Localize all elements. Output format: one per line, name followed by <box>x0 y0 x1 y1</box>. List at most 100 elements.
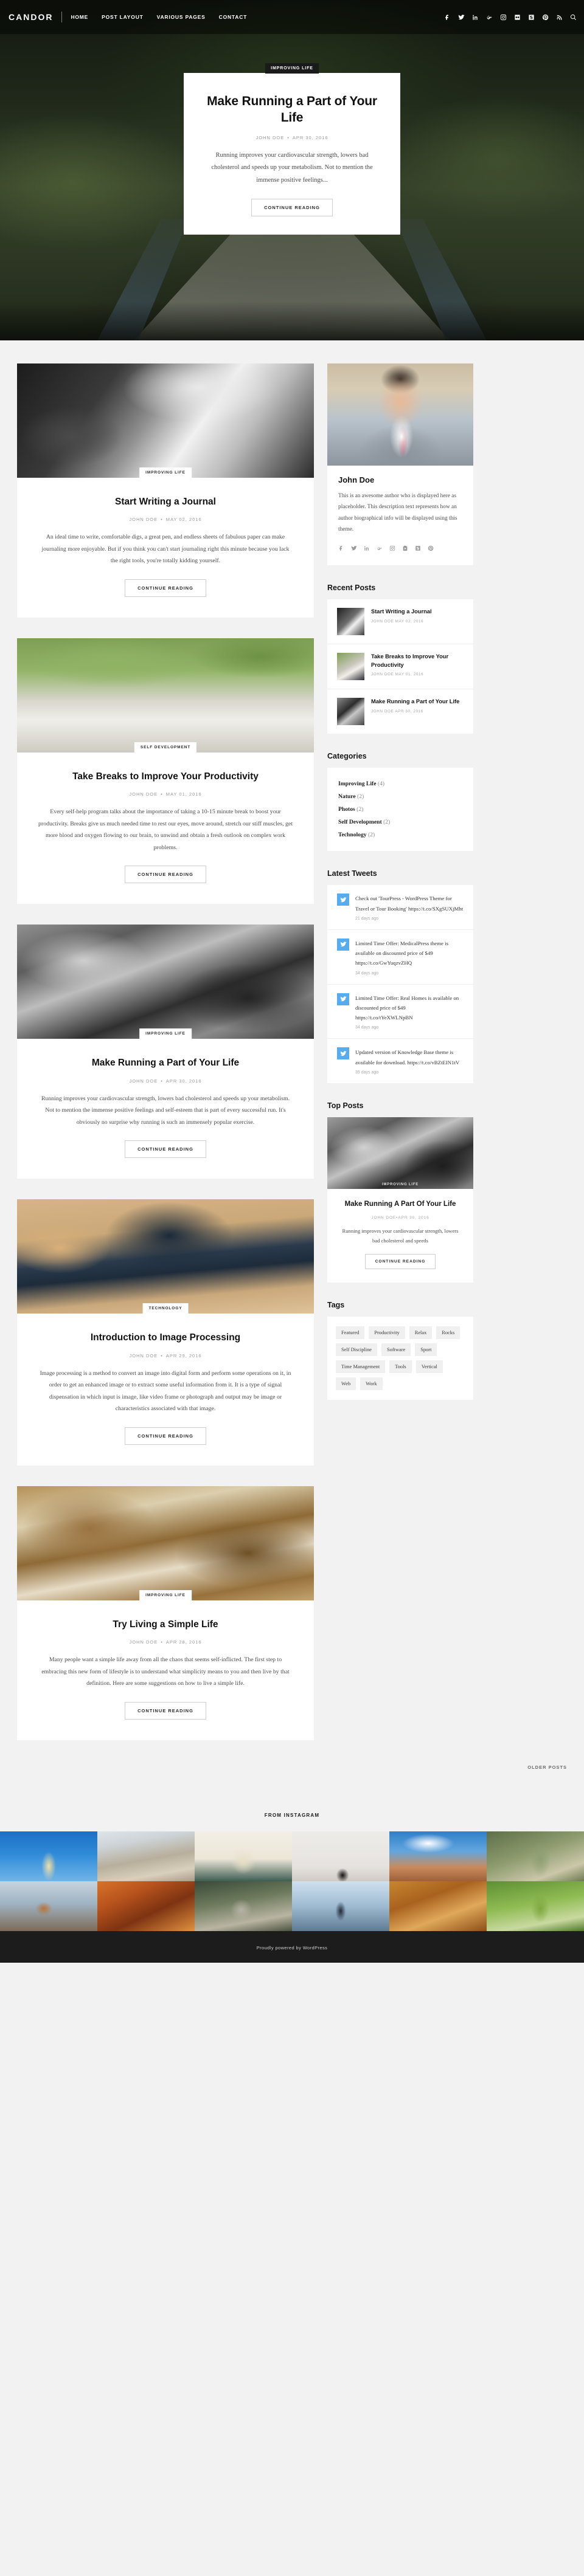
facebook-icon[interactable] <box>443 13 451 21</box>
recent-post-title[interactable]: Make Running a Part of Your Life <box>371 698 464 706</box>
post-thumbnail[interactable]: IMPROVING LIFE <box>17 1486 314 1600</box>
twitter-icon[interactable] <box>351 543 357 554</box>
post-title[interactable]: Take Breaks to Improve Your Productivity <box>38 771 293 783</box>
tag-item[interactable]: Productivity <box>369 1326 405 1340</box>
tag-item[interactable]: Work <box>360 1377 383 1391</box>
instagram-tile[interactable] <box>389 1881 487 1931</box>
category-label[interactable]: Nature <box>338 793 356 800</box>
instagram-tile[interactable] <box>487 1881 584 1931</box>
search-icon[interactable] <box>569 13 577 21</box>
footer-credit[interactable]: Proudly powered by WordPress <box>257 1945 328 1951</box>
instagram-tile[interactable] <box>0 1831 97 1881</box>
tag-item[interactable]: Software <box>381 1343 411 1357</box>
tag-item[interactable]: Vertical <box>415 1360 443 1374</box>
post-thumbnail[interactable]: IMPROVING LIFE <box>17 363 314 478</box>
tag-item[interactable]: Web <box>336 1377 356 1391</box>
category-item[interactable]: Nature (2) <box>338 790 462 803</box>
post-thumbnail[interactable]: IMPROVING LIFE <box>17 925 314 1039</box>
category-label[interactable]: Technology <box>338 832 367 838</box>
instagram-icon[interactable] <box>389 543 395 554</box>
list-item[interactable]: Start Writing a Journal JOHN DOE MAY 02,… <box>327 599 473 645</box>
post-author[interactable]: JOHN DOE <box>129 1353 158 1359</box>
tag-item[interactable]: Rocks <box>436 1326 461 1340</box>
continue-reading-button[interactable]: CONTINUE READING <box>125 579 206 597</box>
top-post-title[interactable]: Make Running A Part Of Your Life <box>338 1200 462 1210</box>
instagram-tile[interactable] <box>292 1831 389 1881</box>
post-author[interactable]: JOHN DOE <box>129 1078 158 1084</box>
post-title[interactable]: Start Writing a Journal <box>38 496 293 508</box>
category-label[interactable]: Improving Life <box>338 780 376 787</box>
instagram-tile[interactable] <box>195 1881 292 1931</box>
recent-post-title[interactable]: Start Writing a Journal <box>371 608 464 616</box>
category-item[interactable]: Photos (2) <box>338 803 462 816</box>
post-author[interactable]: JOHN DOE <box>129 1639 158 1645</box>
top-post-author[interactable]: JOHN DOE <box>371 1216 396 1220</box>
tag-item[interactable]: Tools <box>389 1360 412 1374</box>
youtube-icon[interactable] <box>402 543 408 554</box>
skype-icon[interactable] <box>527 13 535 21</box>
post-title[interactable]: Make Running a Part of Your Life <box>38 1057 293 1069</box>
post-thumbnail[interactable]: TECHNOLOGY <box>17 1199 314 1314</box>
older-posts-link[interactable]: OLDER POSTS <box>527 1765 567 1770</box>
hero-continue-reading-button[interactable]: CONTINUE READING <box>251 199 333 217</box>
pinterest-icon[interactable] <box>428 543 434 554</box>
nav-item-various-pages[interactable]: VARIOUS PAGES <box>157 14 206 20</box>
recent-post-title[interactable]: Take Breaks to Improve Your Productivity <box>371 653 464 669</box>
instagram-icon[interactable] <box>499 13 507 21</box>
category-item[interactable]: Improving Life (4) <box>338 777 462 790</box>
instagram-tile[interactable] <box>97 1831 195 1881</box>
post-category-badge[interactable]: IMPROVING LIFE <box>139 1028 192 1039</box>
pinterest-icon[interactable] <box>541 13 549 21</box>
post-title[interactable]: Try Living a Simple Life <box>38 1619 293 1631</box>
instagram-tile[interactable] <box>487 1831 584 1881</box>
top-post-thumbnail[interactable]: IMPROVING LIFE <box>327 1117 473 1189</box>
continue-reading-button[interactable]: CONTINUE READING <box>125 1701 206 1720</box>
skype-icon[interactable] <box>415 543 421 554</box>
tag-item[interactable]: Self Discipline <box>336 1343 378 1357</box>
category-label[interactable]: Photos <box>338 806 355 813</box>
hero-author[interactable]: JOHN DOE <box>255 135 284 140</box>
post-category-badge[interactable]: IMPROVING LIFE <box>139 1589 192 1600</box>
post-author[interactable]: JOHN DOE <box>129 517 158 522</box>
tag-item[interactable]: Relax <box>409 1326 433 1340</box>
tweet-text[interactable]: Limited Time Offer: Real Homes is availa… <box>355 993 464 1023</box>
instagram-tile[interactable] <box>389 1831 487 1881</box>
nav-item-home[interactable]: HOME <box>71 14 88 20</box>
nav-item-contact[interactable]: CONTACT <box>219 14 248 20</box>
post-category-badge[interactable]: IMPROVING LIFE <box>139 467 192 478</box>
google-plus-icon[interactable] <box>485 13 493 21</box>
site-logo[interactable]: CANDOR <box>9 12 53 22</box>
top-post-continue-reading-button[interactable]: CONTINUE READING <box>364 1254 436 1270</box>
category-label[interactable]: Self Development <box>338 819 382 825</box>
google-plus-icon[interactable] <box>377 543 383 554</box>
category-item[interactable]: Self Development (2) <box>338 816 462 828</box>
instagram-tile[interactable] <box>195 1831 292 1881</box>
hero-post-title[interactable]: Make Running a Part of Your Life <box>202 94 382 126</box>
top-post-category-badge[interactable]: IMPROVING LIFE <box>382 1183 419 1186</box>
post-category-badge[interactable]: SELF DEVELOPMENT <box>134 742 197 752</box>
tweet-text[interactable]: Updated version of Knowledge Base theme … <box>355 1047 464 1067</box>
list-item[interactable]: Make Running a Part of Your Life JOHN DO… <box>327 689 473 734</box>
list-item[interactable]: Take Breaks to Improve Your Productivity… <box>327 644 473 690</box>
post-category-badge[interactable]: TECHNOLOGY <box>142 1303 189 1314</box>
tweet-text[interactable]: Limited Time Offer: MedicalPress theme i… <box>355 938 464 968</box>
linkedin-icon[interactable] <box>471 13 479 21</box>
category-item[interactable]: Technology (2) <box>338 828 462 841</box>
post-author[interactable]: JOHN DOE <box>129 791 158 797</box>
tag-item[interactable]: Featured <box>336 1326 365 1340</box>
continue-reading-button[interactable]: CONTINUE READING <box>125 1140 206 1159</box>
tag-item[interactable]: Sport <box>415 1343 437 1357</box>
continue-reading-button[interactable]: CONTINUE READING <box>125 866 206 884</box>
rss-icon[interactable] <box>555 13 563 21</box>
twitter-icon[interactable] <box>457 13 465 21</box>
tweet-text[interactable]: Check out 'TourPress - WordPress Theme f… <box>355 894 464 914</box>
flickr-icon[interactable] <box>513 13 521 21</box>
instagram-tile[interactable] <box>97 1881 195 1931</box>
continue-reading-button[interactable]: CONTINUE READING <box>125 1427 206 1445</box>
post-title[interactable]: Introduction to Image Processing <box>38 1332 293 1344</box>
hero-category-badge[interactable]: IMPROVING LIFE <box>265 63 319 74</box>
instagram-tile[interactable] <box>0 1881 97 1931</box>
nav-item-post-layout[interactable]: POST LAYOUT <box>102 14 143 20</box>
tag-item[interactable]: Time Management <box>336 1360 386 1374</box>
linkedin-icon[interactable] <box>364 543 370 554</box>
